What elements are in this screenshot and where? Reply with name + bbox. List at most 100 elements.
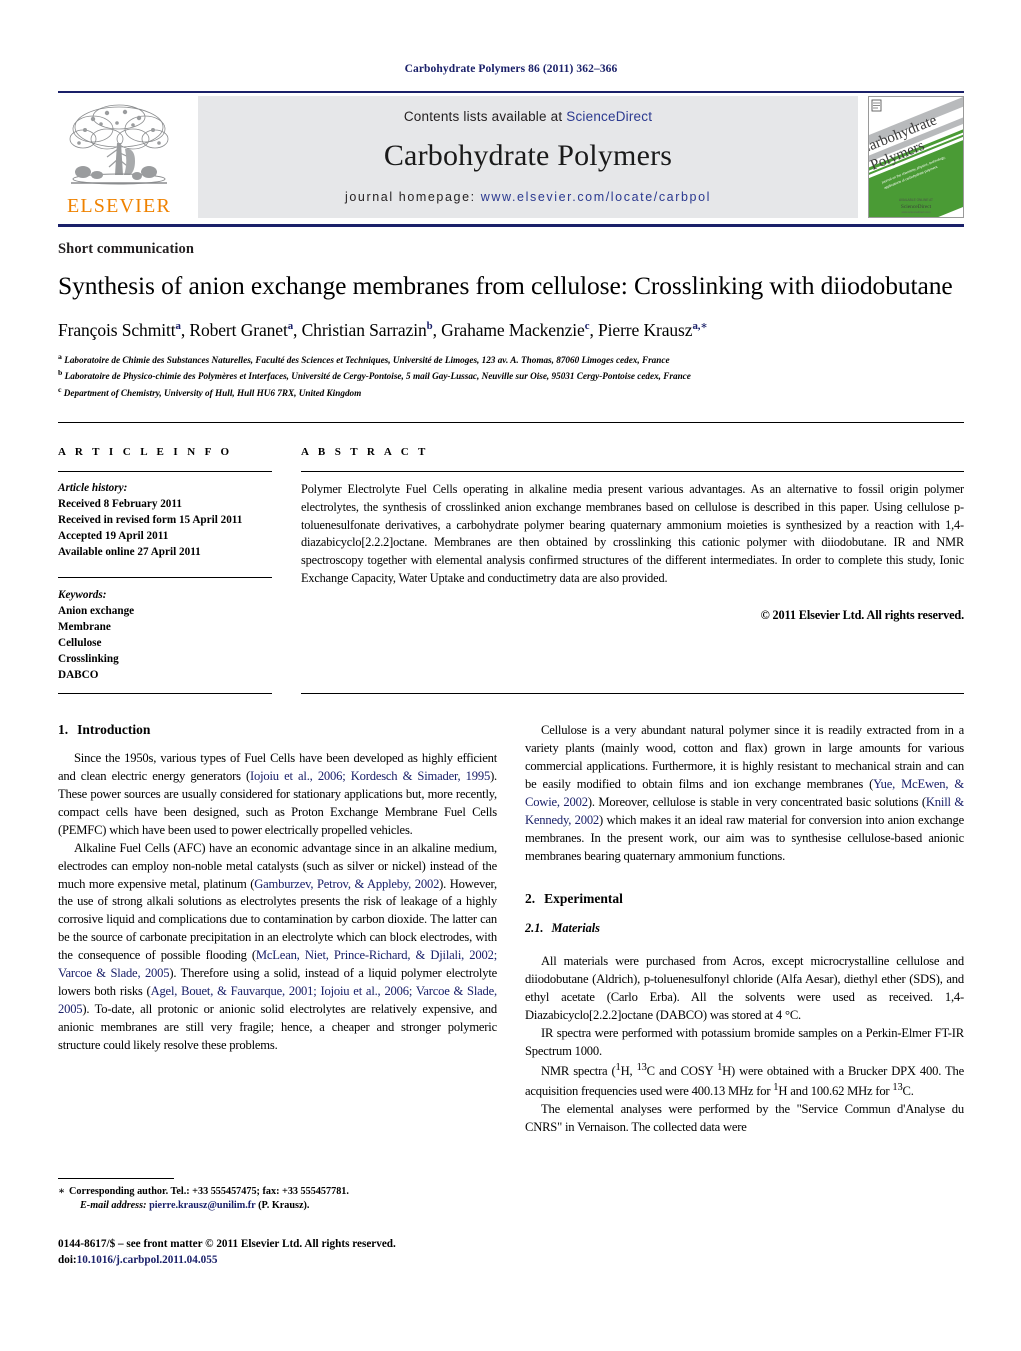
affiliation-item: b Laboratoire de Physico-chimie des Poly… — [58, 368, 691, 382]
article-info-column: A R T I C L E I N F O Article history: R… — [58, 423, 298, 683]
citation-link[interactable]: Knill & Kennedy, 2002 — [525, 795, 964, 827]
author-affiliation-mark: a,∗ — [692, 319, 708, 332]
abstract-column: A B S T R A C T Polymer Electrolyte Fuel… — [298, 423, 964, 683]
page-footer: ∗ Corresponding author. Tel.: +33 5554574… — [58, 1178, 497, 1268]
running-head: Carbohydrate Polymers 86 (2011) 362–366 — [404, 63, 618, 75]
info-bottom-rule-wrap — [58, 692, 298, 694]
doi-value[interactable]: 10.1016/j.carbpol.2011.04.055 — [77, 1254, 218, 1266]
author-list: François Schmitta, Robert Graneta, Chris… — [58, 319, 708, 340]
intro-paragraph-1: Since the 1950s, various types of Fuel C… — [58, 750, 498, 837]
abstract-copyright: © 2011 Elsevier Ltd. All rights reserved… — [760, 608, 965, 623]
article-category: Short communication — [58, 241, 195, 257]
contents-prefix: Contents lists available at — [403, 109, 567, 124]
abstract-bottom-rule-wrap — [298, 692, 964, 694]
isotope-superscript: 1 — [615, 1062, 621, 1074]
journal-cover-thumbnail: Carbohydrate Polymers journal on the che… — [868, 96, 964, 218]
elsevier-tree-icon — [69, 104, 169, 185]
keyword-item: Anion exchange — [58, 604, 135, 617]
affiliation-item: a Laboratoire de Chimie des Substances N… — [58, 351, 670, 365]
doi-line: doi:10.1016/j.carbpol.2011.04.055 — [58, 1252, 497, 1268]
keyword-item: Cellulose — [58, 636, 102, 649]
keywords-items: Anion exchange Membrane Cellulose Crosslink… — [58, 603, 272, 683]
body-columns: 1. Introduction Since the 1950s, various … — [58, 722, 964, 1137]
paper-page: Carbohydrate Polymers 86 (2011) 362–366 — [0, 0, 1021, 1351]
homepage-url[interactable]: www.elsevier.com/locate/carbpol — [481, 190, 711, 204]
author-name: François Schmitt — [58, 319, 176, 340]
isotope-superscript: 1 — [717, 1062, 723, 1074]
citation-link[interactable]: Gamburzev, Petrov, & Appleby, 2002 — [254, 877, 439, 891]
isotope-superscript: 13 — [636, 1062, 647, 1074]
issn-line: 0144-8617/$ – see front matter © 2011 El… — [58, 1237, 396, 1250]
corresponding-author-note: ∗ Corresponding author. Tel.: +33 5554574… — [58, 1185, 497, 1199]
contents-available-line: Contents lists available at ScienceDirec… — [404, 109, 652, 124]
info-abstract-bottom-rules — [58, 692, 964, 694]
svg-text:www.sciencedirect.com: www.sciencedirect.com — [901, 210, 931, 214]
citation-link[interactable]: Yue, McEwen, & Cowie, 2002 — [525, 777, 964, 809]
section-title-1: Introduction — [77, 721, 151, 737]
experimental-paragraph-3: NMR spectra (1H, 13C and COSY 1H) were o… — [525, 1062, 964, 1099]
corresponding-star: ∗ — [58, 1186, 66, 1197]
article-history: Article history: Received 8 February 201… — [58, 472, 272, 560]
experimental-paragraph-2: IR spectra were performed with potassium… — [525, 1026, 964, 1059]
body-column-left: 1. Introduction Since the 1950s, various … — [58, 722, 497, 1137]
citation-link[interactable]: Agel, Bouet, & Fauvarque, 2001; Iojoiu e… — [58, 984, 497, 1016]
keyword-item: Membrane — [58, 620, 111, 633]
footnote-rule — [58, 1178, 174, 1179]
info-bottom-rule — [58, 692, 272, 694]
subsection-spacer — [525, 946, 964, 953]
author-name: Grahame Mackenzie — [441, 319, 585, 340]
author-name: Pierre Krausz — [598, 319, 693, 340]
subsection-title-2-1: Materials — [551, 921, 600, 936]
author-affiliation-mark: c — [584, 319, 590, 332]
affiliation-list: a Laboratoire de Chimie des Substances N… — [58, 351, 964, 401]
author-affiliation-mark: a — [287, 319, 294, 332]
corresponding-text: Corresponding author. Tel.: +33 55545747… — [69, 1186, 349, 1197]
keyword-item: DABCO — [58, 668, 99, 681]
masthead-top-rule — [58, 91, 964, 93]
section-heading-experimental: 2. Experimental — [525, 891, 964, 907]
keywords: Keywords: Anion exchange Membrane Cellulos… — [58, 578, 272, 683]
article-history-item: Available online 27 April 2011 — [58, 545, 201, 558]
info-abstract-block: A R T I C L E I N F O Article history: R… — [58, 421, 964, 683]
section-number-1: 1. — [58, 721, 69, 737]
elsevier-wordmark: ELSEVIER — [66, 195, 172, 217]
elsevier-logo: ELSEVIER — [58, 96, 180, 218]
article-info-heading: A R T I C L E I N F O — [58, 445, 233, 458]
email-link[interactable]: pierre.krausz@unilim.fr — [149, 1200, 255, 1211]
journal-homepage-line: journal homepage: www.elsevier.com/locat… — [345, 190, 711, 204]
svg-text:AVAILABLE ONLINE AT: AVAILABLE ONLINE AT — [899, 198, 933, 202]
section-title-2: Experimental — [544, 891, 623, 907]
doi-label: doi: — [58, 1254, 77, 1267]
affiliation-item: c Department of Chemistry, University of… — [58, 385, 362, 399]
keyword-spacer — [58, 560, 272, 577]
experimental-paragraph-4: The elemental analyses were performed by… — [525, 1102, 964, 1135]
author-name: Robert Granet — [189, 319, 288, 340]
subsection-heading-materials: 2.1. Materials — [525, 921, 964, 936]
page-title: Synthesis of anion exchange membranes fr… — [58, 271, 953, 300]
abstract-text: Polymer Electrolyte Fuel Cells operating… — [301, 481, 964, 586]
author-name: Christian Sarrazin — [301, 319, 427, 340]
article-history-item: Accepted 19 April 2011 — [58, 529, 169, 542]
citation-link[interactable]: McLean, Niet, Prince-Richard, & Djilali,… — [58, 948, 497, 980]
body-column-right: Cellulose is a very abundant natural pol… — [525, 722, 964, 1137]
experimental-paragraph-1: All materials were purchased from Acros,… — [525, 954, 964, 1023]
isotope-superscript: 13 — [892, 1082, 903, 1094]
author-affiliation-mark: a — [175, 319, 181, 332]
citation-link[interactable]: Iojoiu et al., 2006; Kordesch & Simader,… — [250, 769, 490, 783]
isotope-superscript: 1 — [773, 1082, 779, 1094]
journal-masthead: ELSEVIER Contents lists available at Sci… — [58, 96, 964, 218]
article-history-items: Received 8 February 2011 Received in revi… — [58, 496, 272, 560]
sciencedirect-link[interactable]: ScienceDirect — [566, 109, 652, 124]
article-history-item: Received in revised form 15 April 2011 — [58, 513, 243, 526]
article-history-label: Article history: — [58, 481, 128, 494]
email-label: E-mail address: — [80, 1200, 147, 1212]
author-affiliation-mark: b — [426, 319, 433, 332]
email-suffix: (P. Krausz). — [258, 1200, 310, 1212]
article-history-item: Received 8 February 2011 — [58, 497, 182, 510]
section-number-2: 2. — [525, 891, 536, 907]
homepage-label: journal homepage: — [344, 190, 476, 204]
issn-block: 0144-8617/$ – see front matter © 2011 El… — [58, 1236, 497, 1268]
subsection-number-2-1: 2.1. — [525, 921, 544, 936]
intro-paragraph-2: Alkaline Fuel Cells (AFC) have an econom… — [58, 840, 498, 1052]
